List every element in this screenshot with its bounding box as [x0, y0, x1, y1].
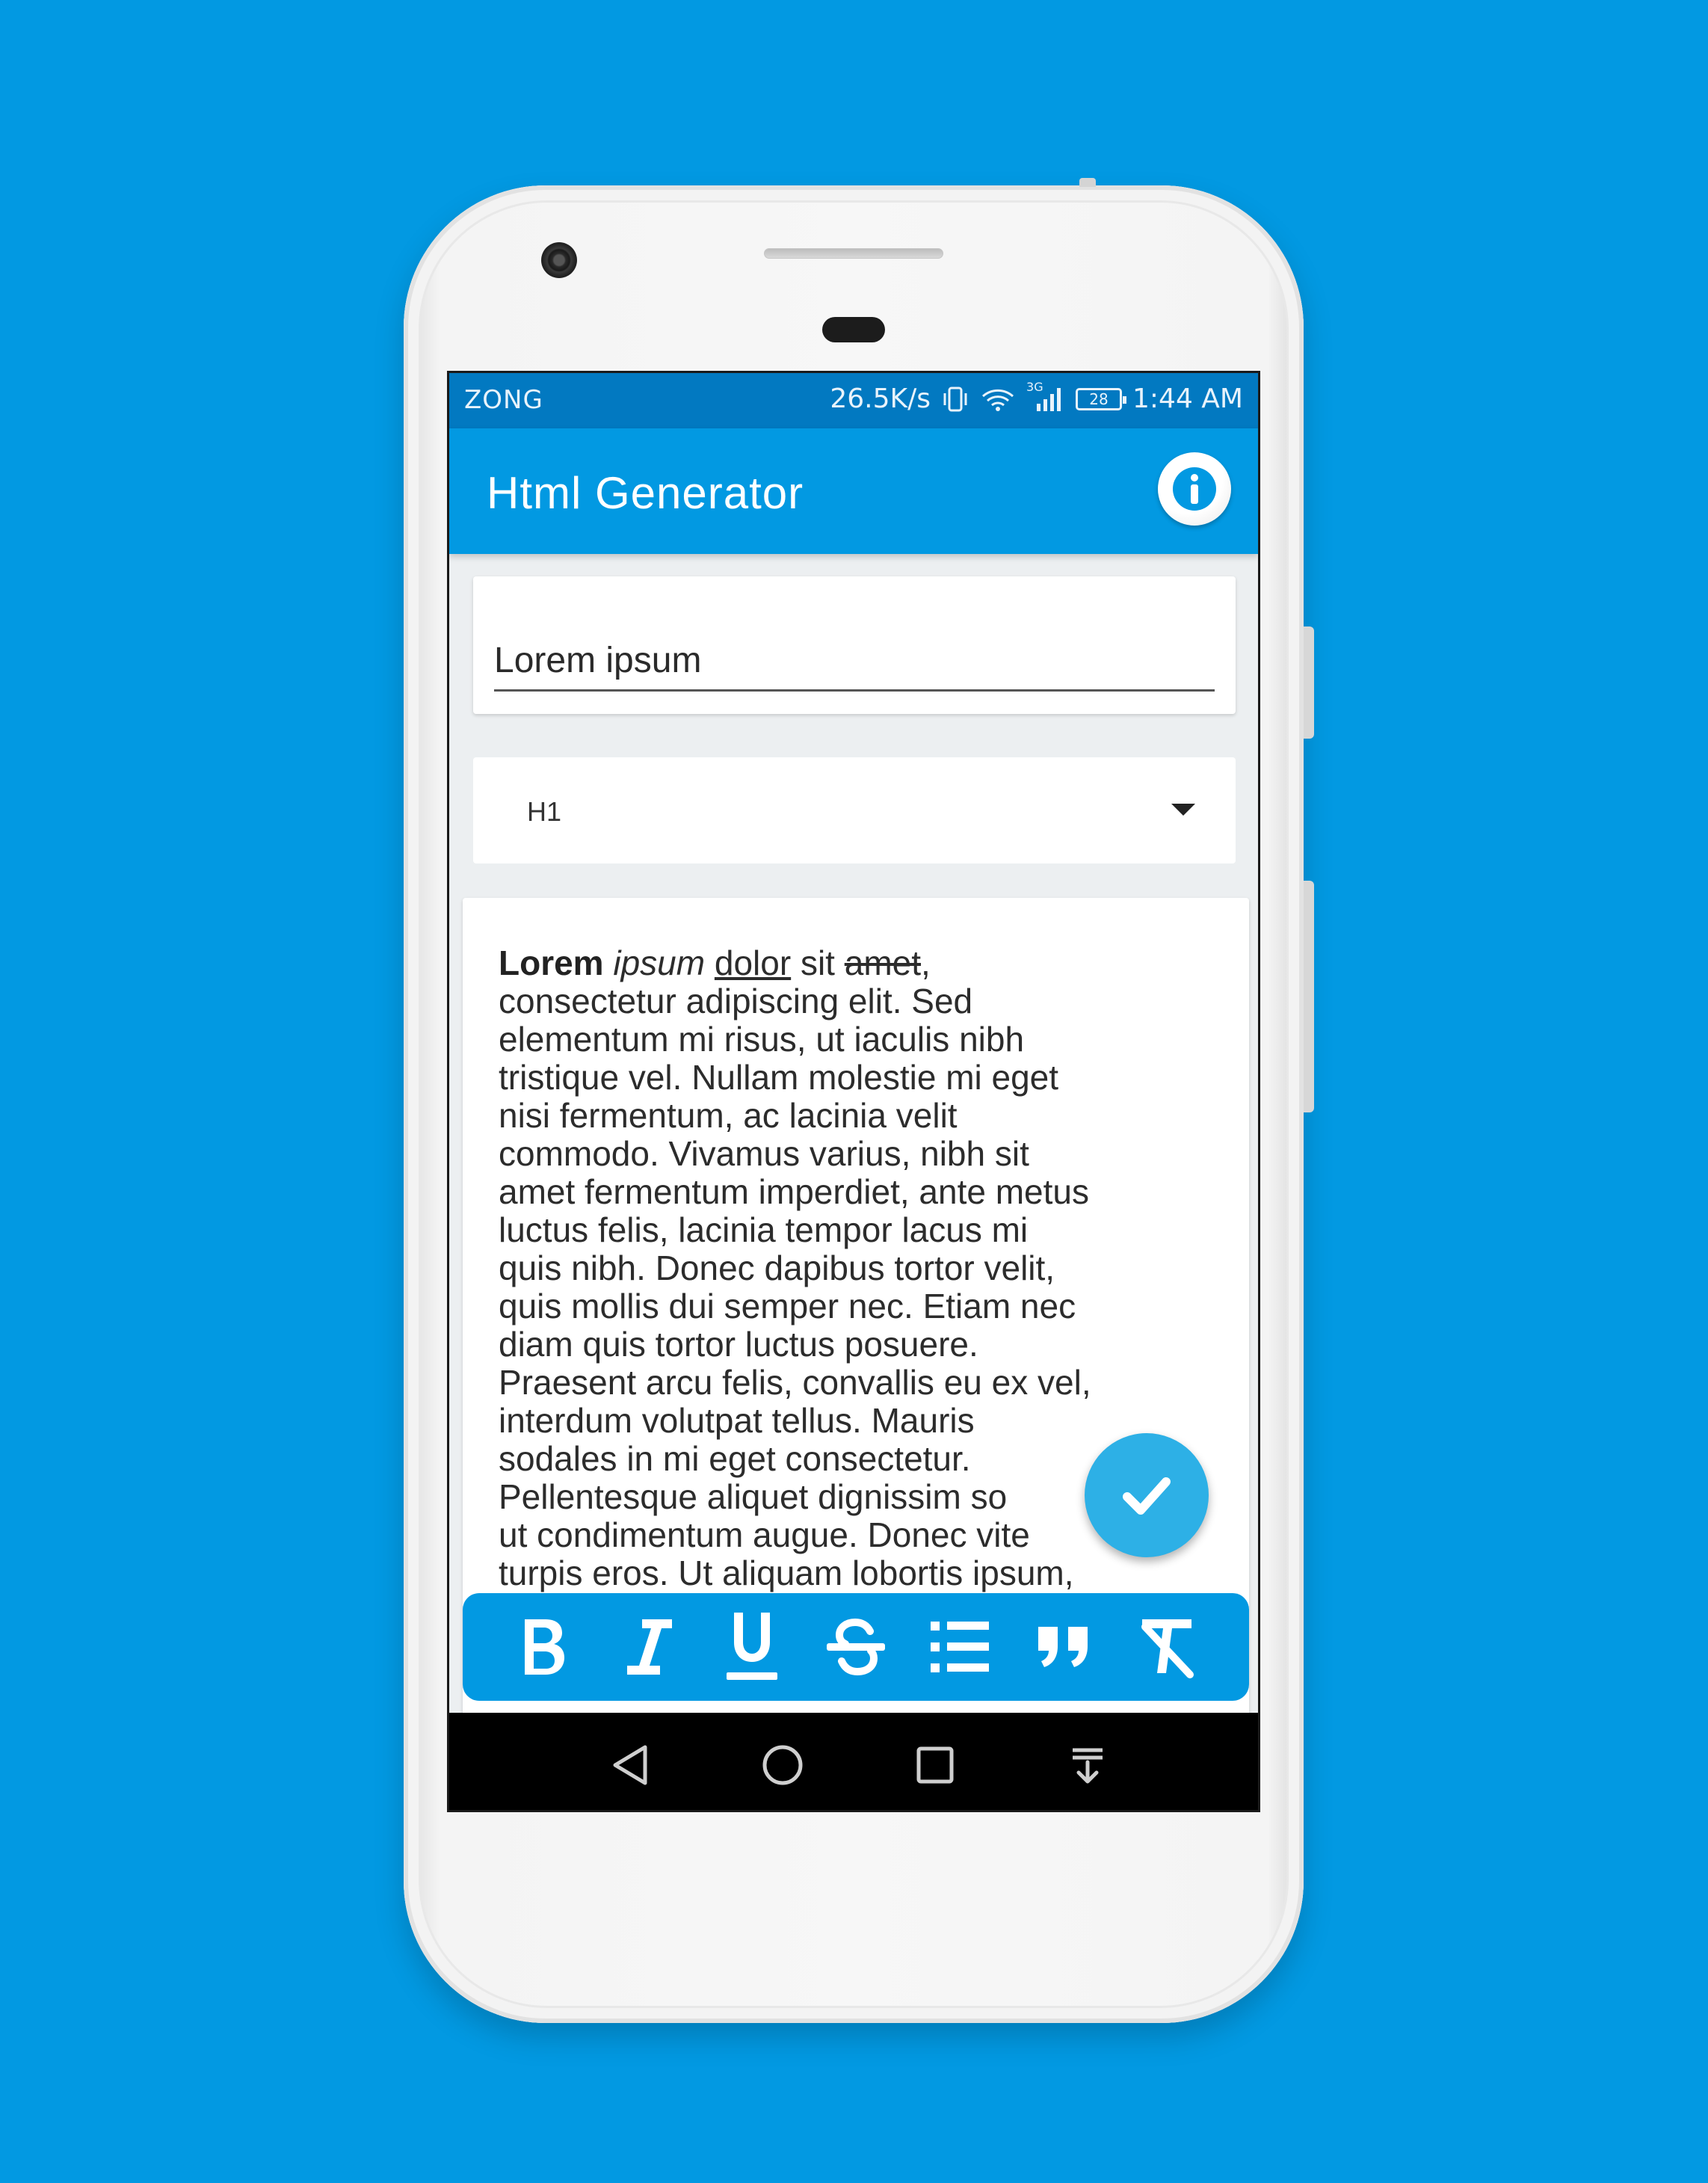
clear-format-button[interactable]: [1126, 1606, 1208, 1688]
info-icon: [1173, 467, 1216, 511]
carrier-label: ZONG: [464, 385, 543, 415]
submit-fab[interactable]: [1085, 1433, 1209, 1557]
phone-volume-button: [1304, 881, 1314, 1112]
bold-icon: [525, 1619, 565, 1675]
home-button[interactable]: [759, 1741, 807, 1789]
underline-button[interactable]: [711, 1606, 793, 1688]
front-camera: [541, 242, 577, 278]
phone-top-button: [1079, 178, 1096, 187]
italic-icon: [627, 1619, 673, 1675]
info-button[interactable]: [1158, 452, 1231, 526]
phone-power-button: [1304, 626, 1314, 739]
quote-icon: [1038, 1627, 1088, 1667]
clock: 1:44 AM: [1132, 384, 1243, 414]
vibrate-icon: [941, 386, 969, 413]
strike-text: amet: [844, 943, 921, 982]
battery-icon: 28: [1076, 387, 1127, 410]
heading-select-value: H1: [527, 796, 562, 827]
status-bar: ZONG 26.5K/s 3G 28 1:44 AM: [449, 373, 1258, 428]
earpiece-speaker: [764, 248, 943, 259]
body-text: , consectetur adipiscing elit. Sed eleme…: [499, 943, 1091, 1592]
list-icon: [930, 1622, 989, 1672]
navigation-bar: [449, 1713, 1258, 1810]
strikethrough-icon: [826, 1618, 885, 1676]
list-button[interactable]: [919, 1606, 1001, 1688]
title-input[interactable]: [494, 639, 1215, 692]
title-card: [473, 576, 1236, 714]
underline-icon: [727, 1613, 778, 1680]
plain-text: sit: [800, 943, 835, 982]
network-speed: 26.5K/s: [830, 384, 931, 414]
strikethrough-button[interactable]: [815, 1606, 897, 1688]
quote-button[interactable]: [1023, 1606, 1105, 1688]
heading-select[interactable]: H1: [473, 757, 1236, 863]
signal-icon: 3G: [1026, 380, 1065, 413]
clear-format-icon: [1141, 1619, 1194, 1678]
app-bar: Html Generator: [449, 428, 1258, 554]
app-title: Html Generator: [487, 468, 804, 518]
home-icon: [762, 1745, 803, 1785]
bold-button[interactable]: [503, 1606, 585, 1688]
recents-icon: [916, 1746, 954, 1784]
network-type: 3G: [1026, 379, 1043, 394]
underline-text: dolor: [714, 943, 792, 982]
recents-button[interactable]: [911, 1741, 959, 1789]
format-toolbar: [463, 1593, 1249, 1701]
bold-text: Lorem: [499, 943, 604, 982]
italic-button[interactable]: [607, 1606, 689, 1688]
notification-pull-icon: [1073, 1748, 1103, 1784]
status-indicators: 26.5K/s 3G 28 1:44 AM: [830, 380, 1243, 415]
dropdown-arrow-icon: [1171, 804, 1195, 816]
back-button[interactable]: [606, 1741, 654, 1789]
notification-pull-button[interactable]: [1064, 1741, 1112, 1789]
phone-screen: ZONG 26.5K/s 3G 28 1:44 AM Html Generato…: [447, 371, 1260, 1812]
back-icon: [613, 1745, 647, 1785]
check-icon: [1123, 1477, 1171, 1515]
battery-level: 28: [1089, 390, 1109, 408]
proximity-sensor: [822, 317, 885, 342]
wifi-icon: [980, 386, 1016, 413]
italic-text: ipsum: [613, 943, 706, 982]
